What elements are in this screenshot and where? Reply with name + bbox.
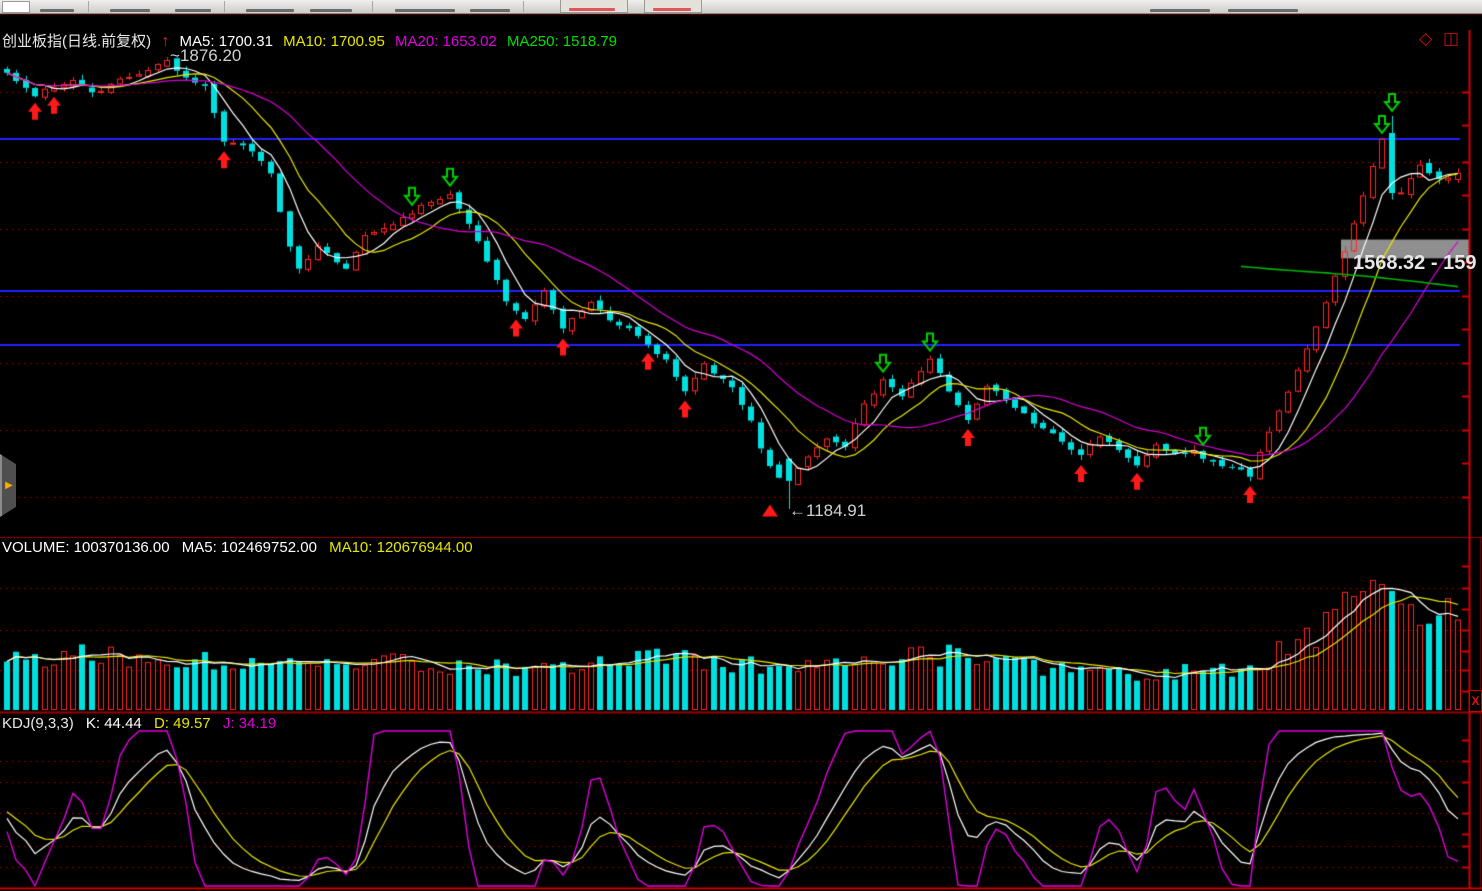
panel-expand-tab[interactable]: ▶ (0, 454, 16, 517)
volume-value: VOLUME: 100370136.00 (2, 539, 170, 556)
up-arrow-icon: ↑ (161, 33, 170, 50)
menu-separator (88, 1, 89, 12)
menu-separator (372, 1, 373, 12)
menu-stub (110, 9, 150, 12)
menu-stub (246, 9, 294, 12)
volume-ma10-value: MA10: 120676944.00 (329, 539, 473, 556)
menu-stub (1150, 9, 1210, 12)
kdj-label: KDJ(9,3,3) (2, 715, 74, 732)
pane-corner-controls: ◇ ◫ (1419, 29, 1462, 49)
diamond-icon[interactable]: ◇ (1419, 29, 1435, 48)
split-window-icon[interactable]: ◫ (1443, 29, 1462, 48)
menu-quote-box[interactable] (560, 0, 628, 13)
kdj-k-value: K: 44.44 (85, 715, 142, 732)
kdj-d-value: D: 49.57 (153, 715, 211, 732)
app-window: 创业板指(日线.前复权) ↑ MA5: 1700.31 MA10: 1700.9… (0, 0, 1482, 891)
ma5-value: MA5: 1700.31 (179, 33, 273, 50)
annotation-low: ←1184.91 (789, 501, 867, 520)
flyout-arrow-icon: ▶ (5, 480, 13, 491)
symbol-title: 创业板指(日线.前复权) (2, 33, 152, 50)
menu-quote-box[interactable] (644, 0, 702, 13)
menu-stub (310, 9, 352, 12)
menu-stub (470, 9, 510, 12)
kdj-j-value: J: 34.19 (222, 715, 277, 732)
chart-canvas[interactable] (0, 0, 1482, 891)
volume-ma5-value: MA5: 102469752.00 (181, 539, 317, 556)
menu-stub (1228, 9, 1298, 12)
volume-header-row: VOLUME: 100370136.00 MA5: 102469752.00 M… (2, 539, 481, 556)
menu-icon[interactable] (2, 1, 30, 13)
menu-separator (224, 1, 225, 12)
ma10-value: MA10: 1700.95 (283, 33, 385, 50)
close-indicator-button[interactable]: X (1469, 690, 1482, 712)
menu-stub (395, 9, 455, 12)
menu-stub (175, 9, 211, 12)
chart-title-row: 创业板指(日线.前复权) ↑ MA5: 1700.31 MA10: 1700.9… (2, 30, 623, 51)
menu-bar[interactable] (0, 0, 1482, 14)
ma20-value: MA20: 1653.02 (395, 33, 497, 50)
menu-separator (523, 1, 524, 12)
ma250-value: MA250: 1518.79 (506, 33, 618, 50)
menu-stub (40, 9, 74, 12)
annotation-range-band: 1568.32 - 159 (1353, 252, 1477, 274)
close-icon: X (1471, 694, 1480, 708)
kdj-header-row: KDJ(9,3,3) K: 44.44 D: 49.57 J: 34.19 (2, 715, 284, 732)
